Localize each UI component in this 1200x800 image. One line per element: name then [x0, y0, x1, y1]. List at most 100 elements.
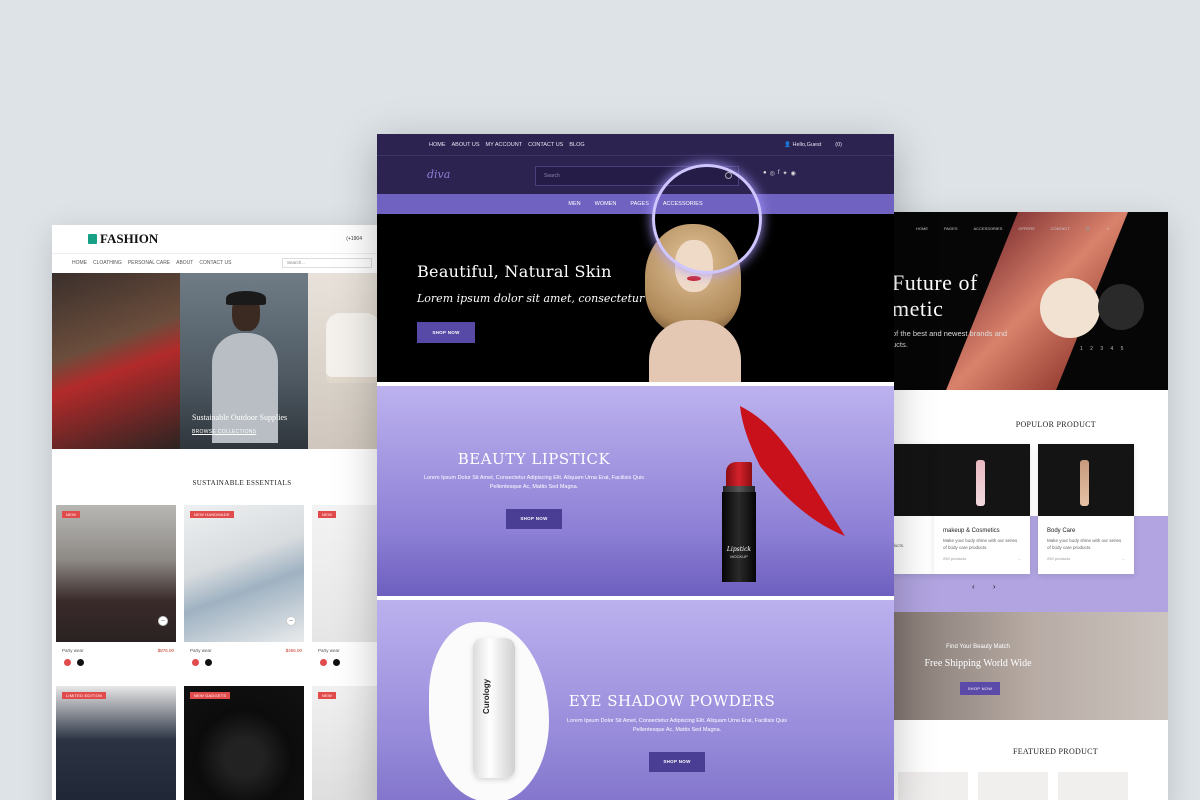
eye-shadow-section: Curology EYE SHADOW POWDERS Lorem Ipsum … — [377, 600, 894, 800]
product-card[interactable]: Body Care Make your body shine with our … — [1038, 444, 1134, 574]
lipstick-label: Lipstick — [726, 546, 752, 553]
compact-image — [1098, 284, 1144, 330]
fashion-topbar: FASHION (+1904 — [52, 225, 392, 253]
shipping-banner: Find Your Beauty Match Free Shipping Wor… — [868, 612, 1168, 720]
menu-women[interactable]: WOMEN — [595, 201, 617, 207]
cart-icon[interactable]: 🛒 — [1086, 226, 1091, 231]
menu-pages[interactable]: PAGES — [630, 201, 649, 207]
shipping-title: Free Shipping World Wide — [924, 658, 1032, 669]
section-desc: Lorem Ipsum Dolor Sit Amet, Consectetur … — [566, 718, 788, 733]
nav-pages[interactable]: PAGES — [944, 226, 958, 231]
product-grid: NEW – Party wear $876.00 NEW HANDMADE – P… — [56, 505, 392, 800]
product-card[interactable]: NEW HANDMADE – Party wear $456.00 — [184, 505, 304, 666]
product-card[interactable]: NEW GADGETS — [184, 686, 304, 800]
color-swatch-red[interactable] — [192, 659, 199, 666]
nav-my-account[interactable]: MY ACCOUNT — [486, 142, 523, 148]
phone-number: (+1904 — [346, 236, 362, 242]
quick-view-icon[interactable]: – — [158, 616, 168, 626]
cart-count[interactable]: (0) — [835, 142, 842, 148]
browse-collections-link[interactable]: BROWSE COLLECTIONS — [192, 429, 256, 435]
lipstick-sublabel: MOCKUP — [730, 554, 748, 559]
nav-contact-us[interactable]: CONTACT US — [528, 142, 563, 148]
nav-contact[interactable]: CONTACT — [1051, 226, 1070, 231]
quick-view-icon[interactable]: – — [286, 616, 296, 626]
color-swatch-black[interactable] — [333, 659, 340, 666]
color-swatch-red[interactable] — [320, 659, 327, 666]
search-input[interactable]: Search... — [282, 257, 372, 268]
shop-now-button[interactable]: SHOP NOW — [417, 322, 475, 343]
diva-topbar: HOME ABOUT US MY ACCOUNT CONTACT US BLOG… — [377, 134, 894, 155]
cosmetic-hero: HOME PAGES ACCESSORIES OFFERS CONTACT 🛒 … — [868, 212, 1168, 390]
section-title: EYE SHADOW POWDERS — [568, 692, 776, 710]
section-desc: Lorem Ipsum Dolor Sit Amet, Consectetur … — [423, 475, 645, 490]
hero-title: Beautiful, Natural Skin — [417, 262, 612, 281]
featured-item[interactable] — [978, 772, 1048, 800]
cosmetic-mockup: HOME PAGES ACCESSORIES OFFERS CONTACT 🛒 … — [868, 212, 1168, 800]
shop-now-button[interactable]: SHOP NOW — [649, 752, 705, 772]
featured-item[interactable] — [1058, 772, 1128, 800]
product-image[interactable]: LIMITED EDITION — [56, 686, 176, 800]
fashion-hero: Sustainable Outdoor Supplies BROWSE COLL… — [52, 273, 392, 449]
nav-about[interactable]: ABOUT — [176, 260, 193, 266]
nav-home[interactable]: HOME — [429, 142, 446, 148]
hero-photo-woman — [52, 273, 180, 449]
product-image[interactable]: NEW – — [56, 505, 176, 642]
nav-blog[interactable]: BLOG — [569, 142, 584, 148]
hero-photo-man: Sustainable Outdoor Supplies BROWSE COLL… — [180, 273, 308, 449]
product-card[interactable]: NEW – Party wear $876.00 — [56, 505, 176, 666]
nav-accessories[interactable]: ACCESSORIES — [974, 226, 1003, 231]
fashion-logo[interactable]: FASHION — [88, 231, 158, 247]
cosmetic-nav: HOME PAGES ACCESSORIES OFFERS CONTACT 🛒 … — [916, 226, 1109, 231]
logo-text: FASHION — [100, 231, 159, 246]
hero-natural-skin: Beautiful, Natural Skin Lorem ipsum dolo… — [377, 164, 894, 382]
color-swatch-black[interactable] — [77, 659, 84, 666]
shipping-subtitle: Find Your Beauty Match — [946, 644, 1010, 650]
featured-item[interactable] — [898, 772, 968, 800]
product-card[interactable]: makeup & Cosmetics Make your body shine … — [934, 444, 1030, 574]
shop-now-button[interactable]: SHOP NOW — [960, 682, 1000, 695]
diva-mockup: HOME ABOUT US MY ACCOUNT CONTACT US BLOG… — [377, 134, 894, 800]
nav-offers[interactable]: OFFERS — [1018, 226, 1034, 231]
product-desc: Make your body shine with our series of … — [943, 538, 1018, 550]
product-price: $456.00 — [285, 648, 302, 653]
search-placeholder: Search — [544, 173, 560, 179]
hero-caption: Sustainable Outdoor Supplies — [192, 413, 288, 422]
nav-about-us[interactable]: ABOUT US — [452, 142, 480, 148]
social-icon[interactable]: ● — [763, 170, 767, 177]
user-greeting[interactable]: 👤 Hello,Guest — [784, 142, 821, 148]
nav-cloathing[interactable]: CLOATHING — [93, 260, 122, 266]
product-image[interactable]: NEW HANDMADE – — [184, 505, 304, 642]
nav-home[interactable]: HOME — [72, 260, 87, 266]
instagram-icon[interactable]: ◎ — [770, 170, 775, 177]
menu-men[interactable]: MEN — [568, 201, 580, 207]
product-category: Party wear — [318, 648, 340, 653]
bottle-image: Curology — [473, 638, 515, 778]
color-swatch-black[interactable] — [205, 659, 212, 666]
hero-subtitle: Lorem ipsum dolor sit amet, consectetur — [417, 292, 645, 305]
hero-pager[interactable]: 1 2 3 4 5 — [1080, 346, 1126, 352]
product-image — [1038, 444, 1134, 516]
new-badge: NEW — [318, 511, 336, 518]
product-card[interactable]: LIMITED EDITION — [56, 686, 176, 800]
arrow-right-icon[interactable]: → — [1017, 556, 1021, 561]
arrow-right-icon[interactable]: → — [1121, 556, 1125, 561]
nav-contact[interactable]: CONTACT US — [199, 260, 231, 266]
pinterest-icon[interactable]: ◉ — [791, 170, 796, 177]
hero-title-line1: Future of — [892, 270, 978, 295]
diva-logo[interactable]: diva — [427, 168, 450, 181]
lipstick-image: Lipstick MOCKUP — [720, 406, 850, 586]
carousel-arrows[interactable]: ‹ › — [972, 582, 1004, 591]
shop-now-button[interactable]: SHOP NOW — [506, 509, 562, 529]
product-price: $876.00 — [157, 648, 174, 653]
facebook-icon[interactable]: f — [778, 170, 780, 177]
hero-description: of the best and newest brands and ucts. — [892, 329, 1008, 349]
makeup-brushes-image — [1040, 278, 1100, 338]
color-swatch-red[interactable] — [64, 659, 71, 666]
diva-menu: MEN WOMEN PAGES ACCESSORIES — [377, 194, 894, 214]
nav-personal-care[interactable]: PERSONAL CARE — [128, 260, 170, 266]
nav-home[interactable]: HOME — [916, 226, 928, 231]
search-icon[interactable]: ⌕ — [1107, 226, 1109, 231]
product-desc: Make your body shine with our series of … — [1047, 538, 1122, 550]
product-image[interactable]: NEW GADGETS — [184, 686, 304, 800]
twitter-icon[interactable]: ✦ — [783, 170, 788, 177]
